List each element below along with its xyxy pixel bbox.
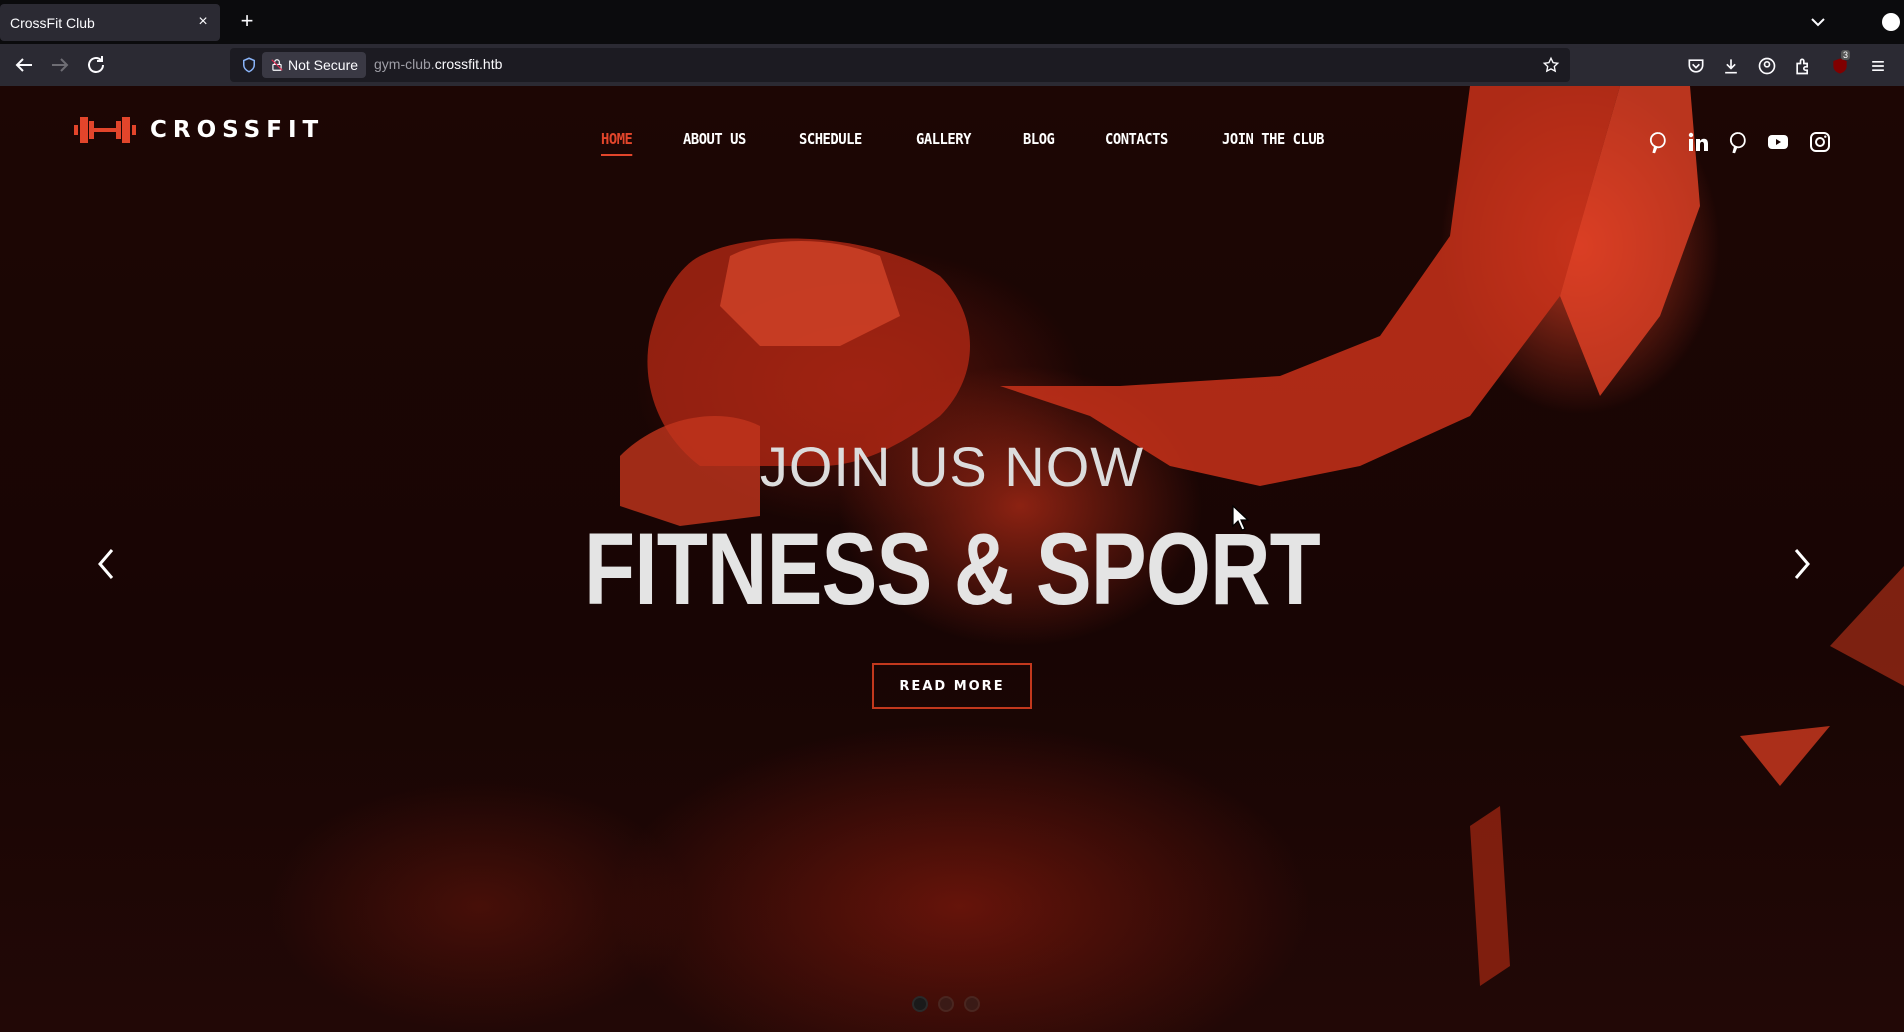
slider-pagination bbox=[912, 996, 980, 1012]
forward-icon[interactable] bbox=[48, 53, 72, 77]
main-menu: HOME ABOUT US SCHEDULE GALLERY BLOG CONT… bbox=[601, 130, 1381, 156]
pinterest-icon[interactable] bbox=[1646, 130, 1670, 154]
menu-item-blog[interactable]: BLOG bbox=[1023, 130, 1055, 156]
slider-dot-1[interactable] bbox=[912, 996, 928, 1012]
url-prefix: gym-club. bbox=[374, 56, 435, 72]
tab-title: CrossFit Club bbox=[10, 14, 95, 31]
menu-hamburger-icon[interactable] bbox=[1868, 56, 1888, 76]
shield-icon[interactable] bbox=[240, 56, 258, 74]
bookmark-star-icon[interactable] bbox=[1542, 56, 1560, 74]
menu-item-home[interactable]: HOME bbox=[601, 130, 633, 156]
menu-item-contacts[interactable]: CONTACTS bbox=[1105, 130, 1168, 156]
pinterest-icon[interactable] bbox=[1726, 130, 1750, 154]
dumbbell-icon bbox=[74, 117, 136, 143]
tab-close-icon[interactable]: × bbox=[194, 13, 212, 31]
tab-list-chevron-icon[interactable] bbox=[1806, 10, 1830, 34]
profile-avatar[interactable] bbox=[1882, 13, 1900, 31]
slider-prev-arrow-icon[interactable] bbox=[92, 544, 120, 584]
linkedin-icon[interactable] bbox=[1686, 130, 1710, 154]
browser-tab-bar: CrossFit Club × + bbox=[0, 0, 1904, 44]
mouse-cursor-icon bbox=[1232, 504, 1250, 531]
read-more-button[interactable]: READ MORE bbox=[872, 663, 1032, 709]
url-text[interactable]: gym-club.crossfit.htb bbox=[374, 56, 502, 72]
menu-item-about-us[interactable]: ABOUT US bbox=[683, 130, 746, 156]
url-bar[interactable]: Not Secure gym-club.crossfit.htb bbox=[230, 48, 1570, 82]
menu-item-join-the-club[interactable]: JOIN THE CLUB bbox=[1222, 130, 1324, 156]
hero-title: FITNESS & SPORT bbox=[584, 512, 1321, 626]
webpage: CROSSFIT HOME ABOUT US SCHEDULE GALLERY … bbox=[0, 86, 1904, 1032]
downloads-icon[interactable] bbox=[1721, 56, 1741, 76]
not-secure-label: Not Secure bbox=[288, 57, 359, 73]
extensions-icon[interactable] bbox=[1793, 56, 1813, 76]
slider-dot-2[interactable] bbox=[938, 996, 954, 1012]
site-logo[interactable]: CROSSFIT bbox=[74, 110, 324, 150]
reload-icon[interactable] bbox=[84, 53, 108, 77]
hero-subtitle: JOIN US NOW bbox=[759, 435, 1145, 498]
extension-badge: 3 bbox=[1841, 50, 1851, 60]
menu-item-gallery[interactable]: GALLERY bbox=[916, 130, 971, 156]
pocket-icon[interactable] bbox=[1686, 56, 1706, 76]
ublock-icon[interactable]: 3 bbox=[1830, 50, 1851, 76]
account-icon[interactable] bbox=[1757, 56, 1777, 76]
menu-item-schedule[interactable]: SCHEDULE bbox=[799, 130, 862, 156]
url-host: crossfit.htb bbox=[434, 56, 503, 72]
lock-warning-icon bbox=[271, 59, 283, 71]
youtube-icon[interactable] bbox=[1766, 130, 1790, 154]
slider-next-arrow-icon[interactable] bbox=[1788, 544, 1816, 584]
instagram-icon[interactable] bbox=[1808, 130, 1832, 154]
slider-dot-3[interactable] bbox=[964, 996, 980, 1012]
back-icon[interactable] bbox=[12, 53, 36, 77]
logo-text: CROSSFIT bbox=[150, 117, 325, 143]
not-secure-badge[interactable]: Not Secure bbox=[262, 52, 367, 78]
browser-nav-bar: Not Secure gym-club.crossfit.htb 3 bbox=[0, 44, 1904, 86]
browser-tab[interactable]: CrossFit Club × bbox=[0, 4, 220, 41]
new-tab-button[interactable]: + bbox=[236, 10, 258, 32]
